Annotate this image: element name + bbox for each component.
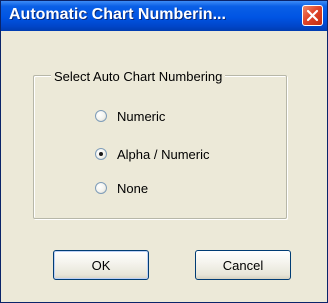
radio-option-none[interactable]: None	[95, 179, 148, 197]
radio-button[interactable]	[95, 148, 107, 160]
close-icon	[306, 9, 319, 22]
groupbox-legend: Select Auto Chart Numbering	[51, 69, 226, 84]
cancel-button[interactable]: Cancel	[195, 250, 291, 280]
radio-option-numeric[interactable]: Numeric	[95, 107, 165, 125]
radio-button[interactable]	[95, 182, 107, 194]
window-title: Automatic Chart Numberin...	[9, 6, 226, 23]
radio-button[interactable]	[95, 110, 107, 122]
close-button[interactable]	[302, 5, 323, 26]
radio-option-alpha-numeric[interactable]: Alpha / Numeric	[95, 145, 209, 163]
radio-label: Alpha / Numeric	[117, 146, 210, 162]
radio-label: None	[117, 180, 149, 196]
dialog-body: Select Auto Chart Numbering Numeric Alph…	[1, 31, 327, 302]
title-bar[interactable]: Automatic Chart Numberin...	[1, 1, 327, 31]
radio-label: Numeric	[117, 108, 166, 124]
ok-button[interactable]: OK	[53, 250, 149, 280]
dialog-window: Automatic Chart Numberin... Select Auto …	[0, 0, 328, 303]
